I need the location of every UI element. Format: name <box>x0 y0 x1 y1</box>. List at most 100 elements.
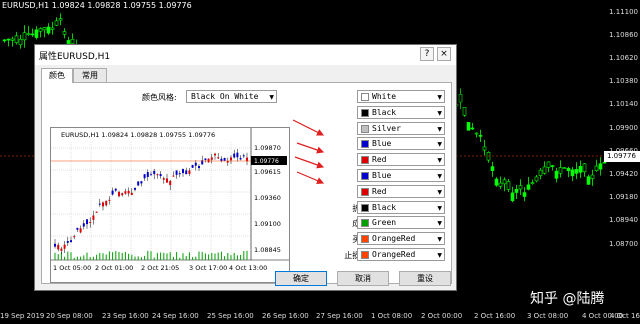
tab-colors[interactable]: 颜色 <box>41 68 73 83</box>
preview-volume-bar <box>240 254 242 260</box>
color-swatch <box>361 172 369 180</box>
preview-candle <box>226 157 229 166</box>
chevron-down-icon: ▼ <box>437 157 442 165</box>
preview-candle <box>239 155 242 161</box>
chart-symbol-title: EURUSD,H1 1.09824 1.09828 1.09755 1.0977… <box>2 1 192 10</box>
preview-volume-bar <box>57 254 59 260</box>
background-candle <box>10 36 15 47</box>
tab-common[interactable]: 常用 <box>73 68 107 82</box>
time-axis: 19 Sep 2019 20 Sep 08:00 23 Sep 16:00 24 Se… <box>0 312 640 324</box>
preview-volume-bar <box>236 255 238 260</box>
reset-button[interactable]: 重设 <box>399 271 451 286</box>
preview-candle <box>98 198 101 207</box>
preview-candle <box>236 149 239 162</box>
color-select[interactable]: Black ▼ <box>357 200 445 214</box>
color-select[interactable]: Black ▼ <box>357 105 445 119</box>
preview-volume-bar <box>86 252 88 260</box>
time-axis-label: 23 Sep 16:00 <box>102 312 149 320</box>
preview-candle <box>66 236 69 246</box>
price-axis-label: 1.11100 <box>609 8 638 16</box>
preview-price-label: 1.09870 <box>254 144 281 152</box>
color-swatch <box>361 140 369 149</box>
cancel-button[interactable]: 取消 <box>337 271 389 286</box>
background-candle <box>514 184 519 200</box>
background-candle <box>598 157 603 176</box>
preview-volume-bar <box>76 256 78 260</box>
preview-price-label: 1.08845 <box>254 246 281 254</box>
background-candle <box>2 38 7 43</box>
background-candle <box>594 159 599 172</box>
help-button[interactable]: ? <box>420 47 434 61</box>
background-candle <box>34 26 39 40</box>
close-button[interactable]: × <box>437 47 451 61</box>
preview-volume-bar <box>102 253 104 260</box>
preview-volume-bar <box>208 254 210 260</box>
color-scheme-select[interactable]: Black On White ▼ <box>186 90 277 103</box>
background-candle <box>26 26 31 37</box>
color-swatch <box>361 219 369 228</box>
preview-candle <box>127 187 130 197</box>
preview-candle <box>220 156 223 163</box>
color-value: Red <box>372 155 387 165</box>
background-candle <box>30 28 35 37</box>
time-axis-label: 25 Sep 16:00 <box>207 312 254 320</box>
chevron-down-icon: ▼ <box>437 204 442 212</box>
preview-volume-bar <box>163 252 165 260</box>
dialog-titlebar[interactable]: 属性EURUSD,H1 ? × <box>35 45 456 65</box>
preview-volume-bar <box>243 250 245 260</box>
preview-price-label: 1.09100 <box>254 220 281 228</box>
color-select[interactable]: White ▼ <box>357 90 445 103</box>
price-axis-label: 1.10380 <box>609 77 638 85</box>
preview-volume-bar <box>73 257 75 260</box>
color-select[interactable]: Green ▼ <box>357 216 445 230</box>
background-candle <box>470 123 475 130</box>
time-axis-label: 2 Oct 16:00 <box>474 312 516 320</box>
background-candle <box>550 164 555 171</box>
dialog-title: 属性EURUSD,H1 <box>39 52 111 62</box>
color-swatch <box>361 93 369 101</box>
preview-volume-bar <box>83 255 85 260</box>
color-swatch <box>361 235 369 244</box>
color-swatch <box>361 156 369 165</box>
background-candle <box>558 160 563 178</box>
ok-button[interactable]: 确定 <box>275 271 327 286</box>
preview-candle <box>191 164 194 169</box>
preview-candle <box>137 181 140 186</box>
color-value: Blue <box>372 139 392 149</box>
preview-volume-bar <box>105 254 107 260</box>
background-candle <box>18 34 23 49</box>
preview-candle <box>124 188 127 195</box>
preview-volume-bar <box>224 256 226 260</box>
preview-candle <box>153 168 156 180</box>
background-candle <box>494 177 499 187</box>
price-axis-label: 1.09180 <box>609 193 638 201</box>
color-value: Blue <box>372 171 392 180</box>
preview-candle <box>159 171 162 179</box>
background-candle <box>586 174 591 185</box>
background-candle <box>70 33 75 45</box>
preview-volume-bar <box>204 253 206 260</box>
color-select[interactable]: Red ▼ <box>357 184 445 198</box>
price-axis-label: 1.10140 <box>609 100 638 108</box>
background-candle <box>534 174 539 183</box>
color-select[interactable]: Silver ▼ <box>357 121 445 135</box>
background-candle <box>42 26 47 38</box>
background-candle <box>482 139 487 156</box>
color-value: Red <box>372 186 387 196</box>
color-select[interactable]: Blue ▼ <box>357 137 445 151</box>
background-candle <box>54 17 59 26</box>
color-select[interactable]: Red ▼ <box>357 153 445 167</box>
background-candle <box>546 161 551 173</box>
preview-candle <box>114 187 117 192</box>
preview-candle <box>223 157 226 162</box>
time-axis-label: 1 Oct 08:00 <box>371 312 413 320</box>
color-select[interactable]: OrangeRed ▼ <box>357 232 445 246</box>
preview-volume-bar <box>153 257 155 260</box>
preview-candle <box>166 173 168 183</box>
preview-volume-bar <box>198 251 200 260</box>
preview-candle <box>111 187 114 196</box>
time-axis-label: 20 Sep 08:00 <box>46 312 93 320</box>
color-select[interactable]: Blue ▼ <box>357 169 445 182</box>
preview-volume-bar <box>70 252 72 260</box>
color-select[interactable]: OrangeRed ▼ <box>357 248 445 261</box>
